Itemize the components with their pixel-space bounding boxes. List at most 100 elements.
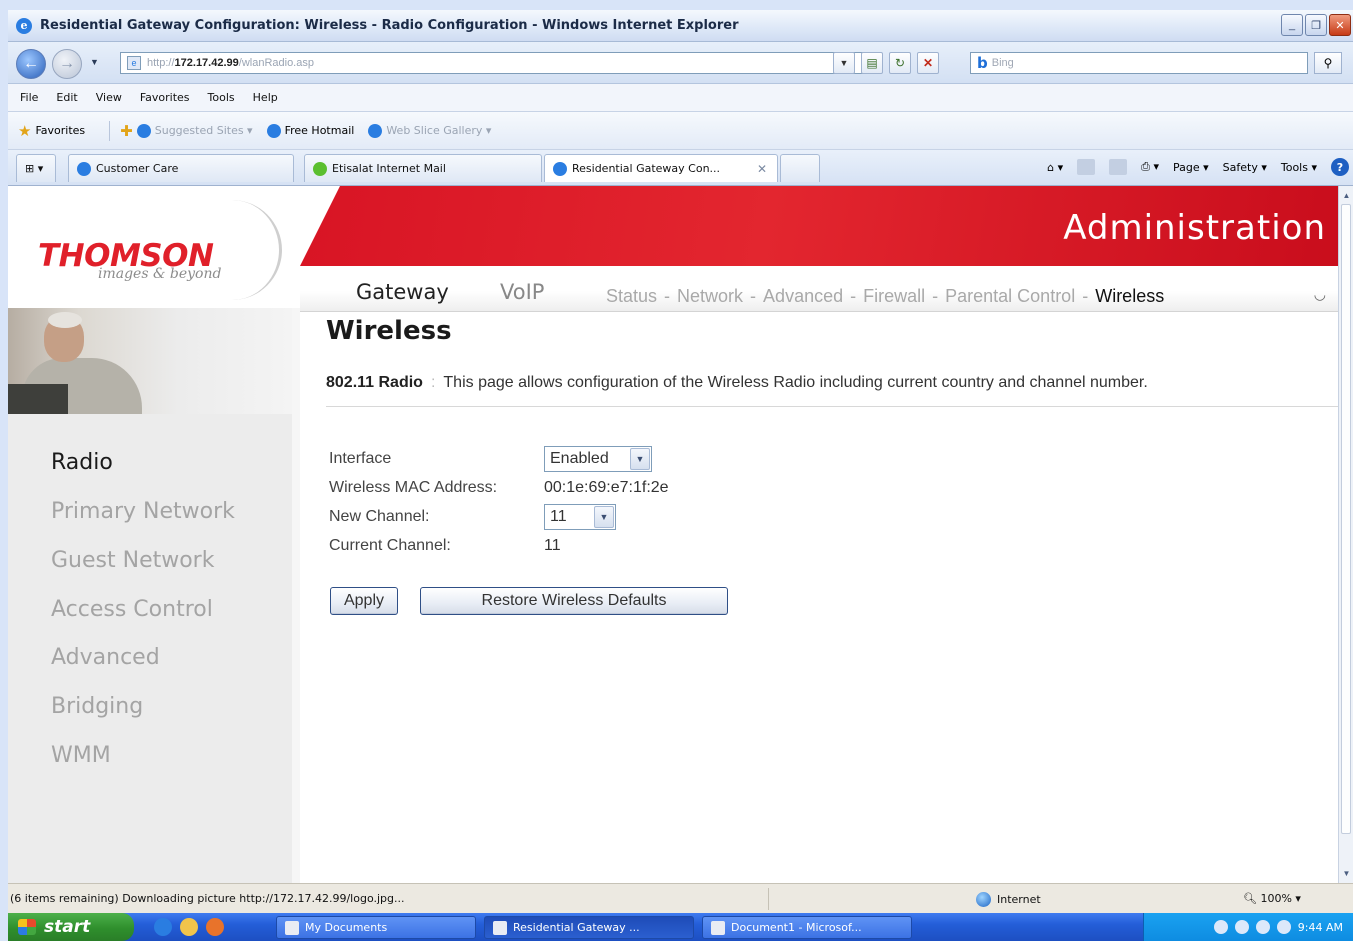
suggested-sites-label: Suggested Sites ▾: [154, 124, 253, 137]
help-icon[interactable]: ?: [1331, 158, 1349, 176]
window-controls: _ ❐ ✕: [1281, 14, 1351, 36]
suggested-sites-link[interactable]: Suggested Sites ▾: [136, 123, 253, 138]
messenger-quicklaunch-icon[interactable]: [180, 918, 198, 936]
history-dropdown-icon[interactable]: ▼: [90, 57, 99, 67]
sidebar-item-wmm[interactable]: WMM: [51, 743, 111, 768]
ie-quicklaunch-icon[interactable]: [154, 918, 172, 936]
loading-icon: ◡: [1313, 286, 1326, 302]
print-icon[interactable]: ⎙ ▾: [1141, 160, 1159, 174]
vertical-scrollbar[interactable]: ▲ ▼: [1338, 186, 1353, 883]
new-tab-button[interactable]: [780, 154, 820, 182]
zoom-level: 100%: [1260, 892, 1292, 905]
scroll-thumb[interactable]: [1341, 204, 1351, 834]
address-toolbar: ← → ▼ e http://172.17.42.99/wlanRadio.as…: [8, 42, 1353, 84]
ie-page-icon: [553, 161, 567, 176]
tab-residential-gateway[interactable]: Residential Gateway Con... ✕: [544, 154, 778, 182]
word-icon: [711, 920, 725, 935]
menu-favorites[interactable]: Favorites: [140, 91, 190, 104]
separator: [109, 120, 111, 141]
stop-icon[interactable]: ✕: [917, 52, 939, 74]
address-dropdown-icon[interactable]: ▼: [833, 52, 855, 74]
security-zone[interactable]: Internet: [976, 892, 1041, 907]
back-button[interactable]: ←: [16, 49, 46, 79]
refresh-icon[interactable]: ↻: [889, 52, 911, 74]
menu-file[interactable]: File: [20, 91, 38, 104]
restore-button[interactable]: ❐: [1305, 14, 1327, 36]
windows-logo-icon: [18, 919, 36, 935]
firefox-quicklaunch-icon[interactable]: [206, 918, 224, 936]
new-channel-select[interactable]: 11 ▼: [544, 504, 616, 530]
apply-button[interactable]: Apply: [330, 587, 398, 615]
close-tab-icon[interactable]: ✕: [757, 162, 767, 176]
safety-menu[interactable]: Safety ▾: [1223, 161, 1267, 174]
tools-menu[interactable]: Tools ▾: [1281, 161, 1317, 174]
nav-gateway[interactable]: Gateway: [356, 280, 449, 304]
search-input[interactable]: b Bing: [970, 52, 1308, 74]
taskbar-my-documents[interactable]: My Documents: [276, 916, 476, 939]
quick-tabs-button[interactable]: ⊞ ▾: [16, 154, 56, 182]
subnav-firewall[interactable]: Firewall: [863, 286, 925, 307]
free-hotmail-link[interactable]: Free Hotmail: [266, 123, 355, 138]
security-tray-icon[interactable]: [1255, 920, 1270, 934]
url-host: 172.17.42.99: [174, 57, 239, 69]
free-hotmail-label: Free Hotmail: [284, 124, 355, 137]
forward-button[interactable]: →: [52, 49, 82, 79]
menu-edit[interactable]: Edit: [56, 91, 77, 104]
tab-etisalat-mail[interactable]: Etisalat Internet Mail: [304, 154, 542, 182]
favorites-bar: ★ Favorites ✚ Suggested Sites ▾ Free Hot…: [8, 112, 1353, 150]
subnav-status[interactable]: Status: [606, 286, 657, 307]
home-icon[interactable]: ⌂ ▾: [1047, 161, 1063, 174]
address-input[interactable]: e http://172.17.42.99/wlanRadio.asp: [120, 52, 865, 74]
subnav-separator: -: [664, 286, 671, 306]
add-favorite-icon[interactable]: ✚: [120, 122, 133, 140]
read-mail-icon[interactable]: [1109, 159, 1128, 175]
quick-launch: [154, 918, 224, 936]
ie-page-icon: [368, 123, 383, 138]
menu-view[interactable]: View: [96, 91, 122, 104]
close-button[interactable]: ✕: [1329, 14, 1351, 36]
page-icon: e: [127, 56, 141, 70]
ie-page-icon: [493, 920, 507, 935]
subnav-advanced[interactable]: Advanced: [763, 286, 843, 307]
section-description: 802.11 Radio: This page allows configurat…: [326, 374, 1148, 392]
subnav-parental-control[interactable]: Parental Control: [945, 286, 1075, 307]
sidebar-item-primary-network[interactable]: Primary Network: [51, 499, 235, 524]
status-bar: (6 items remaining) Downloading picture …: [8, 883, 1353, 913]
sidebar-item-advanced[interactable]: Advanced: [51, 645, 160, 670]
scroll-down-icon[interactable]: ▼: [1339, 866, 1353, 881]
system-tray: 9:44 AM: [1143, 913, 1353, 941]
taskbar: start My Documents Residential Gateway .…: [8, 913, 1353, 941]
subnav-network[interactable]: Network: [677, 286, 743, 307]
sidebar-item-guest-network[interactable]: Guest Network: [51, 548, 214, 573]
sidebar-item-radio[interactable]: Radio: [51, 450, 113, 475]
favorites-button[interactable]: ★ Favorites: [18, 122, 85, 140]
tab-customer-care[interactable]: Customer Care: [68, 154, 294, 182]
restore-defaults-button[interactable]: Restore Wireless Defaults: [420, 587, 728, 615]
web-slice-gallery-link[interactable]: Web Slice Gallery ▾: [368, 123, 491, 138]
sidebar-item-access-control[interactable]: Access Control: [51, 597, 213, 622]
feeds-icon[interactable]: [1077, 159, 1096, 175]
nav-voip[interactable]: VoIP: [500, 280, 544, 304]
sidebar-item-bridging[interactable]: Bridging: [51, 694, 143, 719]
search-icon[interactable]: ⚲: [1314, 52, 1342, 74]
compatibility-view-icon[interactable]: ▤: [861, 52, 883, 74]
zoom-control[interactable]: 🔍︎ 100% ▾: [1243, 892, 1301, 905]
scroll-up-icon[interactable]: ▲: [1339, 188, 1353, 203]
sub-navigation: Status - Network - Advanced - Firewall - Par…: [606, 286, 1164, 307]
help-tray-icon[interactable]: [1213, 920, 1228, 934]
window-title: Residential Gateway Configuration: Wirel…: [40, 18, 739, 33]
menu-help[interactable]: Help: [253, 91, 278, 104]
network-tray-icon[interactable]: [1234, 920, 1249, 934]
interface-select[interactable]: Enabled ▼: [544, 446, 652, 472]
antivirus-tray-icon[interactable]: [1276, 920, 1291, 934]
current-channel-label: Current Channel:: [329, 537, 451, 554]
minimize-button[interactable]: _: [1281, 14, 1303, 36]
page-menu[interactable]: Page ▾: [1173, 161, 1209, 174]
menu-tools[interactable]: Tools: [208, 91, 235, 104]
taskbar-document1[interactable]: Document1 - Microsof...: [702, 916, 912, 939]
taskbar-residential-gateway[interactable]: Residential Gateway ...: [484, 916, 694, 939]
start-button[interactable]: start: [8, 913, 134, 941]
interface-label: Interface: [329, 450, 392, 467]
zoom-icon: 🔍︎: [1243, 892, 1257, 905]
subnav-wireless[interactable]: Wireless: [1095, 286, 1164, 307]
